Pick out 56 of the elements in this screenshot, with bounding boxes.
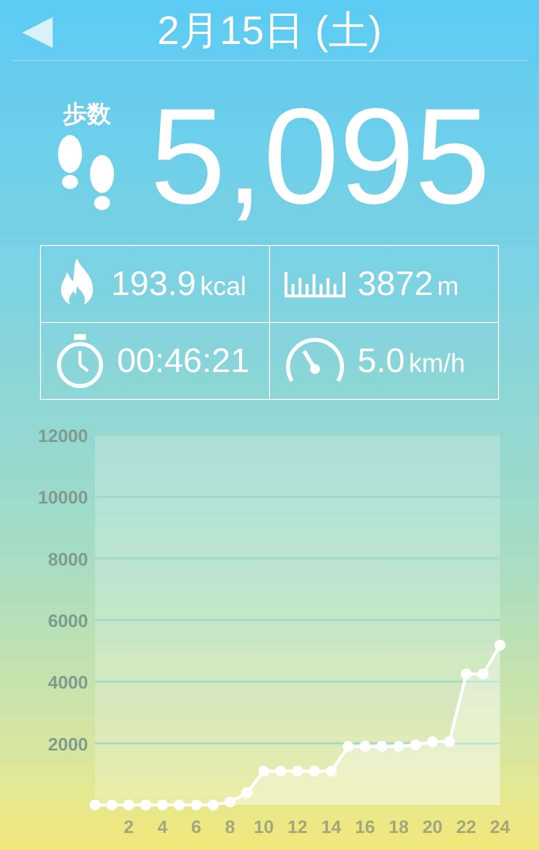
data-point: [174, 800, 185, 810]
data-point: [90, 800, 100, 810]
step-count: 5,095: [150, 88, 490, 224]
data-point: [292, 766, 303, 777]
data-point: [241, 787, 252, 798]
x-axis-label: 2: [124, 817, 134, 837]
data-point: [393, 740, 404, 752]
data-point: [123, 800, 134, 810]
stat-unit: kcal: [200, 270, 246, 300]
stat-value: 193.9: [111, 264, 196, 302]
data-point: [190, 800, 202, 810]
data-point: [410, 739, 422, 750]
y-axis-label: 8000: [48, 549, 88, 570]
stat-unit: m: [437, 270, 459, 300]
x-axis-label: 8: [225, 817, 235, 837]
ruler-icon: [284, 270, 346, 298]
data-point: [376, 740, 388, 752]
data-point: [208, 800, 219, 810]
data-point: [106, 800, 118, 810]
data-point: [444, 736, 455, 748]
data-point: [460, 668, 472, 680]
data-point: [140, 800, 152, 810]
data-point: [494, 640, 506, 651]
x-axis-label: 14: [321, 817, 342, 837]
x-axis-label: 12: [287, 817, 308, 837]
data-point: [275, 766, 286, 777]
stat-value: 00:46:21: [117, 342, 250, 380]
data-point: [258, 766, 270, 777]
x-axis-label: 22: [456, 817, 476, 837]
y-axis-label: 2000: [48, 734, 88, 754]
data-point: [224, 796, 236, 808]
back-button[interactable]: ◀: [22, 6, 53, 54]
y-axis-label: 6000: [48, 611, 88, 631]
data-point: [478, 668, 489, 680]
stat-unit: km/h: [408, 348, 466, 378]
steps-label: 歩数: [63, 100, 111, 130]
y-axis-label: 4000: [48, 672, 88, 693]
x-axis-label: 16: [354, 817, 376, 837]
data-point: [342, 740, 354, 752]
data-point: [360, 740, 370, 752]
date-title: 2月15日 (土): [157, 8, 382, 54]
x-axis-label: 24: [490, 817, 510, 837]
stopwatch-icon: [55, 333, 105, 389]
x-axis-label: 4: [158, 817, 168, 837]
x-axis-label: 6: [191, 817, 202, 837]
data-point: [326, 766, 337, 777]
data-point: [427, 736, 438, 748]
stat-value: 3872: [358, 264, 434, 302]
data-point: [308, 766, 320, 777]
data-point: [157, 800, 168, 810]
stat-value: 5.0: [358, 342, 405, 380]
x-axis-label: 10: [254, 817, 274, 837]
y-axis-label: 12000: [38, 426, 88, 446]
y-axis-label: 10000: [38, 488, 88, 508]
x-axis-label: 18: [388, 817, 409, 837]
x-axis-label: 20: [422, 817, 443, 837]
